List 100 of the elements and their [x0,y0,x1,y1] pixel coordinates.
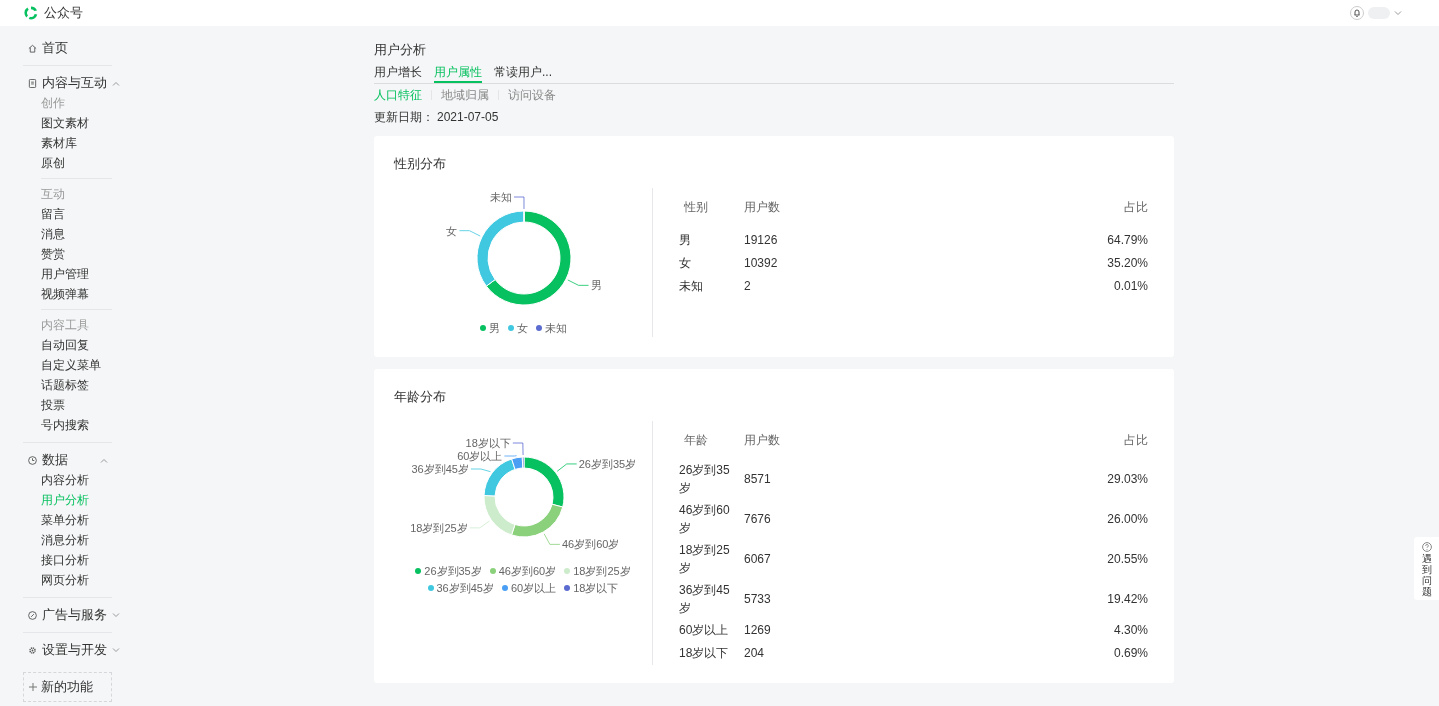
new-feature-button[interactable]: 新的功能 [23,672,112,702]
slice-label: 18岁以下 [465,436,511,449]
help-tab[interactable]: 遇到问题 [1414,537,1439,600]
sidebar-item[interactable]: 投票 [41,395,112,415]
tab[interactable]: 常读用户... [494,65,552,83]
sidebar-item[interactable]: 消息 [41,224,112,244]
table-cell-text: 36岁到45岁 [679,581,731,617]
slice-label: 女 [446,224,458,237]
sidebar-item[interactable]: 内容分析 [41,470,112,490]
sidebar-item[interactable]: 号内搜索 [41,415,112,435]
table-cell-text: 8571 [744,470,771,488]
logo-icon [23,5,39,21]
table-cell-text: 女 [679,254,692,272]
brand-name: 公众号 [44,4,83,23]
sidebar-item[interactable]: 赞赏 [41,244,112,264]
sidebar-group-title: 互动 [41,186,66,203]
sub-tab[interactable]: 地域归属 [441,85,489,104]
table-cell-text: 29.03% [1107,470,1148,488]
sidebar-section[interactable]: 广告与服务 [42,605,107,625]
leader-line [567,279,589,286]
sidebar-item[interactable]: 菜单分析 [41,510,112,530]
column-header: 用户数 [744,431,780,449]
sidebar-item[interactable]: 视频弹幕 [41,284,112,304]
sidebar-item[interactable]: 原创 [41,153,112,173]
table-cell-text: 35.20% [1107,254,1148,272]
table-cell-text: 男 [679,231,692,249]
table-cell-text: 60岁以上 [679,622,730,639]
table-cell-text: 26岁到35岁 [679,461,731,497]
sidebar-group-title: 内容工具 [41,317,90,334]
table-cell-text: 0.69% [1113,645,1148,662]
settings-icon [28,645,37,655]
sidebar-section[interactable]: 数据 [42,450,68,470]
slice-label: 46岁到60岁 [561,537,620,550]
sidebar-item[interactable]: 自定义菜单 [41,355,112,375]
column-header: 性别 [683,199,709,216]
table-cell-text: 4.30% [1113,622,1148,639]
sidebar-item[interactable]: 素材库 [41,133,112,153]
sidebar-item[interactable]: 消息分析 [41,530,112,550]
legend-label[interactable]: 18岁以下 [573,580,619,597]
table-cell-text: 18岁到25岁 [679,541,731,577]
table-cell-text: 0.01% [1113,277,1148,295]
bell-icon[interactable] [1350,6,1364,20]
sidebar-item[interactable]: 网页分析 [41,570,112,590]
table-cell-text: 204 [744,645,765,662]
column-header: 年龄 [683,431,709,449]
table-cell-text: 1269 [744,622,771,639]
slice-label: 60岁以上 [457,449,503,462]
column-header: 用户数 [744,199,780,216]
slice-label: 36岁到45岁 [411,462,469,475]
slice-label: 未知 [490,191,512,203]
tab[interactable]: 用户增长 [374,65,422,83]
home-icon [28,43,37,53]
legend-label[interactable]: 36岁到45岁 [436,580,494,597]
legend-label[interactable]: 60岁以上 [511,580,557,597]
table-cell-text: 未知 [679,277,704,295]
legend-label[interactable]: 女 [516,320,528,337]
sidebar-group-title: 创作 [41,95,66,112]
update-date-label: 更新日期： [374,109,434,126]
column-header: 占比 [1124,431,1148,449]
chevron-down-icon [1394,10,1402,16]
table-cell-text: 19.42% [1107,590,1148,608]
sidebar-section[interactable]: 内容与互动 [42,73,107,93]
plus-icon [29,683,37,691]
sidebar-item[interactable]: 留言 [41,204,112,224]
page-title: 用户分析 [374,41,427,59]
table-cell-text: 18岁以下 [679,645,730,662]
leader-line [543,532,561,545]
table-cell-text: 7676 [744,510,771,528]
leader-line [470,468,491,472]
table-cell-text: 19126 [744,231,778,249]
legend-label[interactable]: 男 [488,320,500,337]
sidebar-section[interactable]: 设置与开发 [42,640,107,660]
slice-label: 18岁到25岁 [410,521,468,534]
table-cell-text: 5733 [744,590,771,608]
sidebar-item[interactable]: 用户管理 [41,264,112,284]
legend-label[interactable]: 未知 [544,320,567,337]
table-cell-text: 6067 [744,550,771,568]
clock-icon [28,455,37,465]
sidebar-item[interactable]: 图文素材 [41,113,112,133]
sidebar-item[interactable]: 自动回复 [41,335,112,355]
sidebar-item[interactable]: 接口分析 [41,550,112,570]
sidebar-item[interactable]: 首页 [42,38,68,58]
slice-label: 26岁到35岁 [578,457,637,470]
leader-line [469,520,490,528]
card-title: 性别分布 [394,155,447,173]
card-title: 年龄分布 [394,387,447,406]
slice-label: 男 [590,279,602,292]
column-header: 占比 [1124,199,1148,216]
document-icon [28,78,37,88]
update-date-value: 2021-07-05 [437,109,499,126]
leader-line [459,230,481,237]
legend-label[interactable]: 26岁到35岁 [424,562,482,579]
legend-label[interactable]: 18岁到25岁 [573,562,631,579]
sidebar-item[interactable]: 话题标签 [41,375,112,395]
leader-line [556,463,578,472]
table-cell-text: 20.55% [1107,550,1148,568]
table-cell-text: 46岁到60岁 [679,501,731,537]
legend-label[interactable]: 46岁到60岁 [498,562,557,579]
table-cell-text: 64.79% [1107,231,1148,249]
leader-line [513,196,525,210]
